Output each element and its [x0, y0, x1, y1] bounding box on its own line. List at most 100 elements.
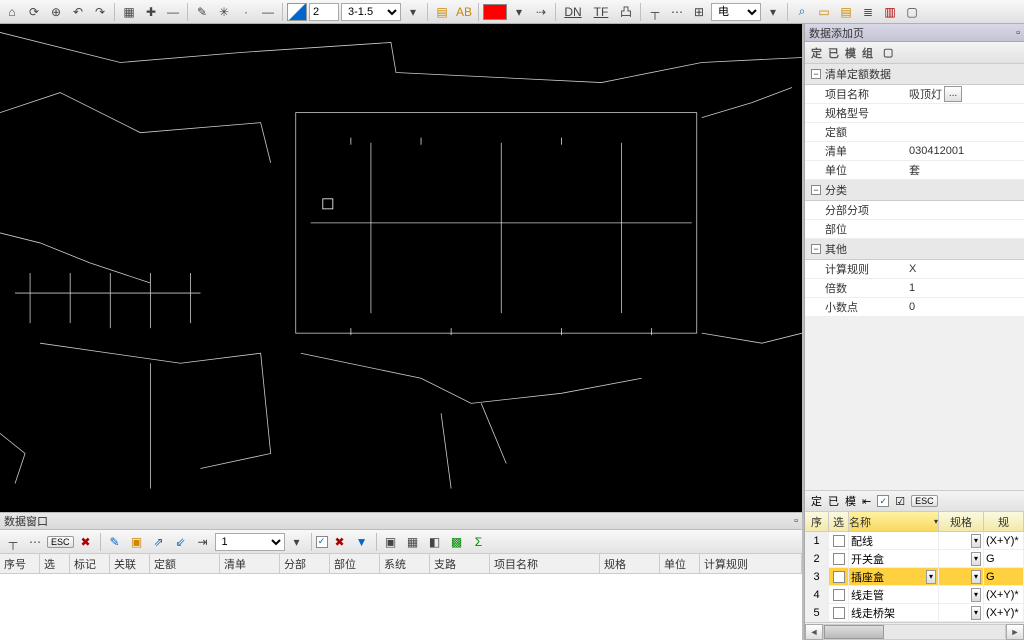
dw-head-proj[interactable]: 项目名称: [490, 554, 600, 573]
sg-cell-checkbox[interactable]: [829, 586, 849, 603]
grid-icon[interactable]: ▦: [119, 2, 139, 22]
sg-cell-rule[interactable]: G: [984, 550, 1024, 567]
sg-cell-checkbox[interactable]: [829, 568, 849, 585]
text-icon[interactable]: AB: [454, 2, 474, 22]
count-input[interactable]: [309, 3, 339, 21]
ellipsis-button[interactable]: ...: [944, 86, 962, 102]
section-list-quota[interactable]: −清单定额数据: [805, 64, 1024, 85]
dw-indent-icon[interactable]: ⇥: [193, 532, 213, 552]
dw-box3-icon[interactable]: ◧: [425, 532, 445, 552]
bars-icon[interactable]: ▥: [880, 2, 900, 22]
folder-icon[interactable]: ▭: [814, 2, 834, 22]
sg-cell-name[interactable]: 插座盒▾: [849, 568, 939, 585]
line2-icon[interactable]: —: [258, 2, 278, 22]
color-swatch[interactable]: [483, 4, 507, 20]
dw-head-link[interactable]: 关联: [110, 554, 150, 573]
dw-head-spec[interactable]: 规格: [600, 554, 660, 573]
side-doc-icon[interactable]: ▢: [883, 46, 893, 59]
side-tab-yi[interactable]: 已: [828, 45, 839, 61]
sg-cell-checkbox[interactable]: [829, 604, 849, 621]
dw-tool2-icon[interactable]: ⇗: [149, 532, 169, 552]
wire-combo[interactable]: 3-1.5: [341, 3, 401, 21]
dw-dots-icon[interactable]: ⋯: [25, 532, 45, 552]
dw-esc-button[interactable]: ESC: [47, 536, 74, 548]
sg-cell-spec[interactable]: ▾: [939, 568, 984, 585]
dot-icon[interactable]: ·: [236, 2, 256, 22]
sg-cell-name[interactable]: 开关盒: [849, 550, 939, 567]
sg-head-sel[interactable]: 选: [829, 512, 849, 531]
sg-head-spec[interactable]: 规格: [939, 512, 984, 531]
dw-tree-icon[interactable]: ┬: [3, 532, 23, 552]
grid-tab-mo[interactable]: 模: [845, 493, 856, 509]
dw-x-icon[interactable]: ✖: [330, 532, 350, 552]
prop-unit-value[interactable]: 套: [905, 162, 1024, 178]
sg-row[interactable]: 2开关盒▾G: [805, 550, 1024, 568]
prop-dec-value[interactable]: 0: [905, 301, 1024, 313]
sg-head-rule[interactable]: 规: [984, 512, 1024, 531]
sg-row[interactable]: 5线走桥架▾(X+Y)*: [805, 604, 1024, 622]
dw-sum-icon[interactable]: Σ: [469, 532, 489, 552]
dw-combo[interactable]: 1: [215, 533, 285, 551]
side-tab-ding[interactable]: 定: [811, 45, 822, 61]
side-hscroll[interactable]: ◄ ►: [805, 622, 1024, 640]
chevron-down-icon[interactable]: ▾: [971, 570, 981, 584]
dw-del-icon[interactable]: ✖: [76, 532, 96, 552]
side-pin-icon[interactable]: ▫: [1016, 27, 1020, 39]
data-window-rows[interactable]: [0, 574, 802, 640]
dn-button[interactable]: DN: [560, 2, 586, 22]
grid-check-icon[interactable]: ✓: [877, 495, 889, 507]
cad-canvas[interactable]: [0, 24, 802, 512]
scroll-left-icon[interactable]: ◄: [805, 624, 823, 640]
prop-project-name-value[interactable]: 吸顶灯: [909, 86, 942, 102]
dw-head-branch[interactable]: 支路: [430, 554, 490, 573]
dw-head-part[interactable]: 分部: [280, 554, 330, 573]
dw-dd-icon[interactable]: ▾: [287, 532, 307, 552]
sg-head-name[interactable]: 名称▾: [849, 512, 939, 531]
dw-head-quota[interactable]: 定额: [150, 554, 220, 573]
dw-head-pos[interactable]: 部位: [330, 554, 380, 573]
dropdown-icon[interactable]: ▾: [403, 2, 423, 22]
dropdown3-icon[interactable]: ▾: [763, 2, 783, 22]
line-icon[interactable]: —: [163, 2, 183, 22]
dw-tool3-icon[interactable]: ⇙: [171, 532, 191, 552]
tree-icon[interactable]: ┬: [645, 2, 665, 22]
prop-list-value[interactable]: 030412001: [905, 145, 1024, 157]
section-other[interactable]: −其他: [805, 239, 1024, 260]
link-icon[interactable]: ⇢: [531, 2, 551, 22]
sg-cell-rule[interactable]: (X+Y)*: [984, 532, 1024, 549]
target-icon[interactable]: ⊕: [46, 2, 66, 22]
side-tab-mo[interactable]: 模: [845, 45, 856, 61]
sg-cell-spec[interactable]: ▾: [939, 586, 984, 603]
dropdown2-icon[interactable]: ▾: [509, 2, 529, 22]
pen-icon[interactable]: ✎: [192, 2, 212, 22]
dw-head-list[interactable]: 清单: [220, 554, 280, 573]
sg-cell-rule[interactable]: G: [984, 568, 1024, 585]
doc-icon[interactable]: ▢: [902, 2, 922, 22]
grid-outdent-icon[interactable]: ⇤: [862, 495, 871, 508]
sg-cell-checkbox[interactable]: [829, 550, 849, 567]
sg-cell-spec[interactable]: ▾: [939, 604, 984, 621]
plus-icon[interactable]: ⊞: [689, 2, 709, 22]
chevron-down-icon[interactable]: ▾: [971, 534, 981, 548]
dw-xls-icon[interactable]: ▩: [447, 532, 467, 552]
refresh-icon[interactable]: ⟳: [24, 2, 44, 22]
sg-cell-spec[interactable]: ▾: [939, 532, 984, 549]
sg-cell-name[interactable]: 线走管: [849, 586, 939, 603]
dw-filter-icon[interactable]: ▼: [352, 532, 372, 552]
tf-button[interactable]: TF: [588, 2, 614, 22]
sg-head-seq[interactable]: 序: [805, 512, 829, 531]
swatch-icon[interactable]: [287, 3, 307, 21]
grid-listchk-icon[interactable]: ☑: [895, 495, 905, 508]
prop-mult-value[interactable]: 1: [905, 282, 1024, 294]
sg-cell-checkbox[interactable]: [829, 532, 849, 549]
chevron-down-icon[interactable]: ▾: [971, 552, 981, 566]
note-icon[interactable]: ▤: [836, 2, 856, 22]
layer-combo[interactable]: 电: [711, 3, 761, 21]
undo-icon[interactable]: ↶: [68, 2, 88, 22]
sg-cell-rule[interactable]: (X+Y)*: [984, 586, 1024, 603]
dots-icon[interactable]: ⋯: [667, 2, 687, 22]
section-category[interactable]: −分类: [805, 180, 1024, 201]
dw-head-unit[interactable]: 单位: [660, 554, 700, 573]
chevron-down-icon[interactable]: ▾: [971, 606, 981, 620]
scroll-right-icon[interactable]: ►: [1006, 624, 1024, 640]
